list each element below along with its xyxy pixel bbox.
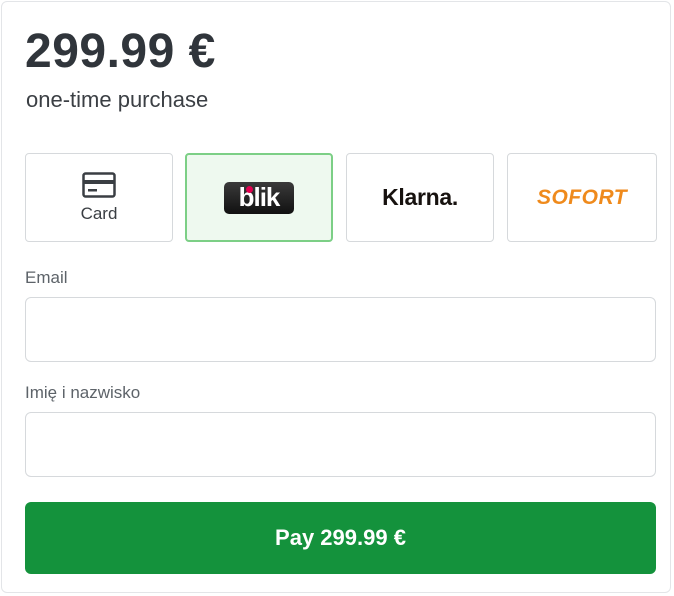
purchase-type: one-time purchase <box>26 87 209 112</box>
price-amount: 299.99 € <box>25 25 216 78</box>
blik-logo: blik <box>224 181 294 214</box>
blik-dot <box>246 185 253 193</box>
payment-method-blik[interactable]: blik <box>185 153 333 242</box>
credit-card-icon <box>82 171 116 198</box>
payment-method-sofort[interactable]: SOFORT <box>507 153 657 242</box>
checkout-card: 299.99 € one-time purchase Card blik Kla… <box>1 1 671 593</box>
sofort-logo: SOFORT <box>536 185 628 209</box>
email-field[interactable] <box>25 297 656 362</box>
email-label: Email <box>25 268 68 287</box>
full-name-label: Imię i nazwisko <box>25 383 141 402</box>
pay-button[interactable]: Pay 299.99 € <box>25 502 656 574</box>
blik-logo-text: blik <box>238 182 281 212</box>
payment-method-label: Card <box>80 203 118 223</box>
klarna-logo: Klarna. <box>382 184 458 210</box>
full-name-field[interactable] <box>25 412 656 477</box>
payment-method-klarna[interactable]: Klarna. <box>346 153 494 242</box>
payment-method-card[interactable]: Card <box>25 153 173 242</box>
